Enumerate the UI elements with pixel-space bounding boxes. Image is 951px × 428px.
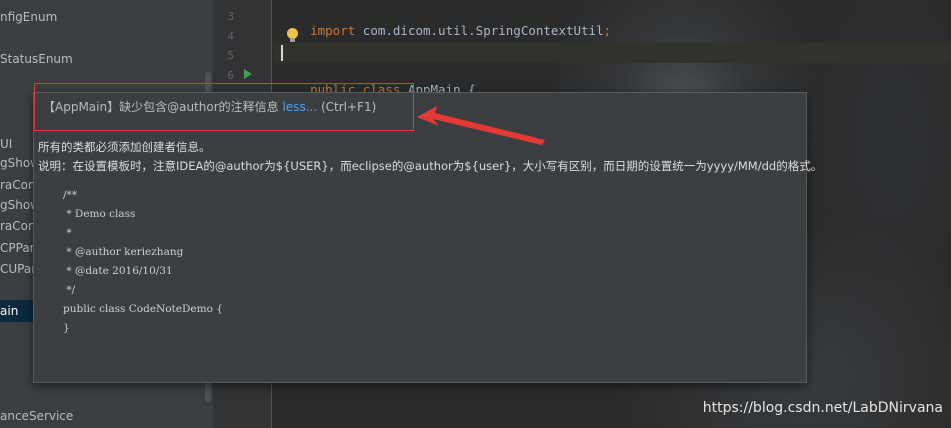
tree-item[interactable]: StatusEnum xyxy=(0,52,73,70)
run-gutter-icon[interactable] xyxy=(244,69,252,79)
line-number: 5 xyxy=(227,49,234,62)
popup-description: 所有的类都必须添加创建者信息。 xyxy=(38,140,211,154)
import-path: com.dicom.util.SpringContextUtil xyxy=(355,23,604,38)
intention-bulb-base xyxy=(290,38,295,42)
example-code-line: * xyxy=(63,227,72,239)
tree-item[interactable]: nfigEnum xyxy=(0,10,57,28)
annotation-highlight-box xyxy=(34,83,414,131)
text-caret xyxy=(281,45,283,61)
example-code-line: */ xyxy=(63,284,76,296)
semicolon: ; xyxy=(603,23,612,38)
example-code-line: public class CodeNoteDemo { xyxy=(63,303,223,315)
line-number: 3 xyxy=(227,10,234,23)
keyword-import: import xyxy=(310,23,356,38)
example-code-line: /** xyxy=(63,189,78,201)
tree-item[interactable]: raCon xyxy=(0,219,36,237)
line-number: 4 xyxy=(227,30,234,43)
popup-explanation: 说明：在设置模板时，注意IDEA的@author为${USER}，而eclips… xyxy=(38,159,823,173)
annotation-arrow-icon xyxy=(417,106,545,145)
tree-item[interactable]: anceService xyxy=(0,409,73,427)
example-code-line: } xyxy=(63,322,70,334)
code-line-import[interactable]: import com.dicom.util.SpringContextUtil; xyxy=(280,8,611,38)
line-number: 6 xyxy=(227,69,234,82)
current-line-highlight xyxy=(273,43,951,63)
example-code-line: * @date 2016/10/31 xyxy=(63,265,173,277)
tree-item-selected[interactable]: ain xyxy=(0,304,18,322)
example-code-line: * @author keriezhang xyxy=(63,246,184,258)
tree-item[interactable]: CPPan xyxy=(0,241,37,259)
watermark-text: https://blog.csdn.net/LabDNirvana xyxy=(702,400,943,416)
example-code-line: * Demo class xyxy=(63,208,136,220)
tree-item[interactable]: UI xyxy=(0,137,12,155)
